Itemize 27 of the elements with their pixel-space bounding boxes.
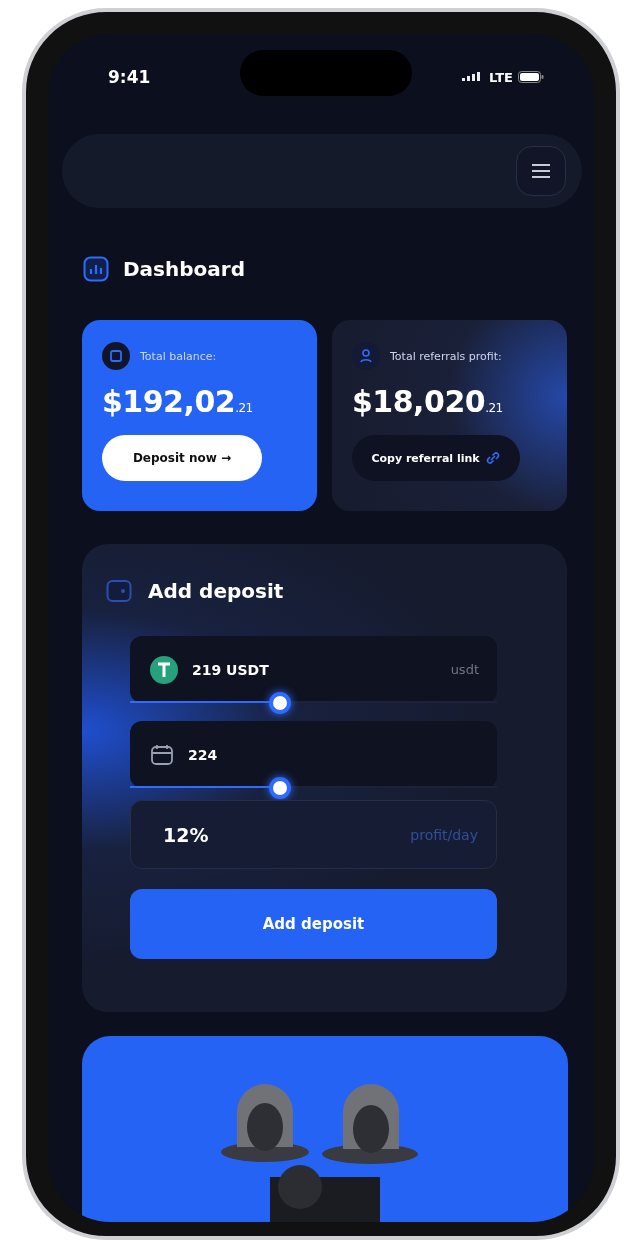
battery-icon <box>518 71 544 83</box>
slider-thumb[interactable] <box>269 692 292 714</box>
network-label: LTE <box>489 69 513 85</box>
unit-label: profit/day <box>410 826 478 843</box>
slider-thumb[interactable] <box>269 777 292 799</box>
input-field[interactable]: 224 <box>130 721 497 788</box>
card-label: Total referrals profit: <box>390 349 502 363</box>
field-value: 219 USDT <box>192 661 269 678</box>
input-field[interactable]: 12% profit/day <box>130 800 497 869</box>
status-time: 9:41 <box>108 67 151 87</box>
menu-icon <box>531 163 551 179</box>
input-field[interactable]: 219 USDT usdt <box>130 636 497 703</box>
tether-icon <box>150 655 178 684</box>
link-icon <box>484 450 501 466</box>
field-value: 224 <box>188 746 218 763</box>
copy-link-button[interactable]: Copy referral link <box>352 435 520 481</box>
deposit-now-button[interactable]: Deposit now → <box>102 435 262 481</box>
calendar-icon <box>150 742 174 767</box>
field-value: 12% <box>163 823 209 846</box>
menu-button[interactable] <box>516 146 566 196</box>
section-title: Add deposit <box>148 579 284 603</box>
page-title: Dashboard <box>123 257 245 281</box>
user-icon <box>352 342 380 370</box>
add-deposit-button[interactable]: Add deposit <box>130 889 497 959</box>
chart-icon <box>83 256 109 282</box>
unit-label: usdt <box>450 662 479 677</box>
card-label: Total balance: <box>140 349 217 363</box>
